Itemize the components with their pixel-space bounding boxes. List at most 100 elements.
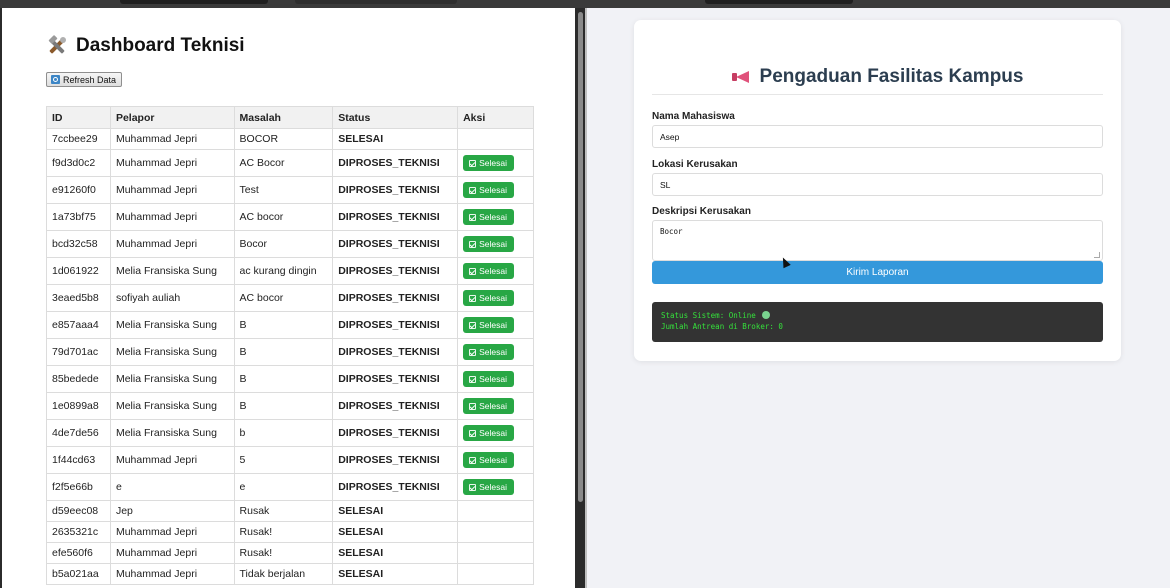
- cell-masalah: BOCOR: [233, 128, 334, 150]
- cell-pelapor: e: [109, 473, 235, 501]
- status-line-text: Status Sistem: Online: [661, 311, 756, 320]
- mark-done-button[interactable]: Selesai: [463, 236, 514, 252]
- cell-aksi: Selesai: [457, 446, 534, 474]
- cell-id: e91260f0: [46, 176, 111, 204]
- checkmark-icon: [469, 321, 477, 329]
- mark-done-button[interactable]: Selesai: [463, 371, 514, 387]
- cell-masalah: B: [233, 392, 334, 420]
- cell-status: DIPROSES_TEKNISI: [332, 338, 459, 366]
- table-row: bcd32c58 Muhammad Jepri Bocor DIPROSES_TEKN…: [46, 230, 534, 258]
- form-title: Pengaduan Fasilitas Kampus: [634, 66, 1121, 88]
- cell-id: 85bedede: [46, 365, 111, 393]
- cell-pelapor: Muhammad Jepri: [109, 230, 235, 258]
- checkmark-icon: [469, 456, 477, 464]
- table-row: b5a021aa Muhammad Jepri Tidak berjalan SELE…: [46, 563, 534, 585]
- window-top-bar: [0, 0, 1170, 8]
- cell-aksi: Selesai: [457, 230, 534, 258]
- table-row: 79d701ac Melia Fransiska Sung B DIPROSES_TE…: [46, 338, 534, 366]
- cell-masalah: Rusak: [233, 500, 334, 522]
- mark-done-label: Selesai: [479, 212, 507, 222]
- column-header-id: ID: [46, 106, 111, 129]
- cell-id: f9d3d0c2: [46, 149, 111, 177]
- form-title-text: Pengaduan Fasilitas Kampus: [759, 66, 1024, 87]
- complaint-card: Pengaduan Fasilitas Kampus Nama Mahasisw…: [634, 20, 1121, 361]
- cell-pelapor: Melia Fransiska Sung: [109, 338, 235, 366]
- complaint-form-pane: Pengaduan Fasilitas Kampus Nama Mahasisw…: [587, 8, 1170, 588]
- column-header-masalah: Masalah: [233, 106, 334, 129]
- cell-aksi: Selesai: [457, 473, 534, 501]
- cell-pelapor: Muhammad Jepri: [109, 128, 235, 150]
- cell-status: DIPROSES_TEKNISI: [332, 446, 459, 474]
- mark-done-button[interactable]: Selesai: [463, 209, 514, 225]
- cell-pelapor: Melia Fransiska Sung: [109, 257, 235, 285]
- refresh-icon: [51, 75, 60, 84]
- cell-id: bcd32c58: [46, 230, 111, 258]
- mark-done-button[interactable]: Selesai: [463, 425, 514, 441]
- cell-masalah: AC Bocor: [233, 149, 334, 177]
- browser-tab[interactable]: [120, 0, 268, 4]
- cell-aksi: Selesai: [457, 257, 534, 285]
- mark-done-label: Selesai: [479, 320, 507, 330]
- table-row: e857aaa4 Melia Fransiska Sung B DIPROSES_TE…: [46, 311, 534, 339]
- cell-id: d59eec08: [46, 500, 111, 522]
- cell-aksi: [457, 500, 534, 522]
- cell-id: 7ccbee29: [46, 128, 111, 150]
- cell-status: DIPROSES_TEKNISI: [332, 284, 459, 312]
- mark-done-button[interactable]: Selesai: [463, 398, 514, 414]
- mark-done-button[interactable]: Selesai: [463, 452, 514, 468]
- cell-pelapor: Muhammad Jepri: [109, 176, 235, 204]
- mark-done-label: Selesai: [479, 428, 507, 438]
- browser-tab[interactable]: [705, 0, 853, 4]
- cell-id: f2f5e66b: [46, 473, 111, 501]
- cell-aksi: Selesai: [457, 149, 534, 177]
- browser-tab[interactable]: [295, 0, 457, 4]
- location-input-value: SL: [660, 179, 671, 190]
- mark-done-label: Selesai: [479, 185, 507, 195]
- cell-status: DIPROSES_TEKNISI: [332, 419, 459, 447]
- cell-pelapor: Muhammad Jepri: [109, 542, 235, 564]
- cell-aksi: [457, 542, 534, 564]
- scrollbar-thumb[interactable]: [578, 12, 583, 502]
- cell-aksi: Selesai: [457, 203, 534, 231]
- description-textarea[interactable]: Bocor: [652, 220, 1103, 261]
- cell-id: 79d701ac: [46, 338, 111, 366]
- mark-done-button[interactable]: Selesai: [463, 317, 514, 333]
- cell-aksi: Selesai: [457, 365, 534, 393]
- mark-done-label: Selesai: [479, 347, 507, 357]
- mark-done-label: Selesai: [479, 374, 507, 384]
- checkmark-icon: [469, 267, 477, 275]
- cell-pelapor: Melia Fransiska Sung: [109, 365, 235, 393]
- column-header-aksi: Aksi: [457, 106, 534, 129]
- mark-done-button[interactable]: Selesai: [463, 182, 514, 198]
- cell-masalah: Tidak berjalan: [233, 563, 334, 585]
- checkmark-icon: [469, 186, 477, 194]
- cell-aksi: [457, 563, 534, 585]
- submit-report-button[interactable]: Kirim Laporan: [652, 261, 1103, 284]
- cell-id: 2635321c: [46, 521, 111, 543]
- cell-status: DIPROSES_TEKNISI: [332, 392, 459, 420]
- mark-done-button[interactable]: Selesai: [463, 155, 514, 171]
- scrollbar[interactable]: [575, 8, 585, 588]
- mark-done-label: Selesai: [479, 266, 507, 276]
- table-row: 3eaed5b8 sofiyah auliah AC bocor DIPROSES_T…: [46, 284, 534, 312]
- cell-id: 1e0899a8: [46, 392, 111, 420]
- mark-done-button[interactable]: Selesai: [463, 290, 514, 306]
- mark-done-label: Selesai: [479, 401, 507, 411]
- table-row: f9d3d0c2 Muhammad Jepri AC Bocor DIPROSES_T…: [46, 149, 534, 177]
- name-input[interactable]: Asep: [652, 125, 1103, 148]
- table-row: 7ccbee29 Muhammad Jepri BOCOR SELESAI: [46, 128, 534, 150]
- mark-done-button[interactable]: Selesai: [463, 479, 514, 495]
- cell-masalah: AC bocor: [233, 284, 334, 312]
- dashboard-title-text: Dashboard Teknisi: [76, 35, 245, 56]
- mark-done-button[interactable]: Selesai: [463, 263, 514, 279]
- cell-pelapor: Melia Fransiska Sung: [109, 419, 235, 447]
- resize-handle-icon[interactable]: [1094, 252, 1100, 258]
- refresh-data-button[interactable]: Refresh Data: [46, 72, 123, 87]
- mark-done-button[interactable]: Selesai: [463, 344, 514, 360]
- table-row: 85bedede Melia Fransiska Sung B DIPROSES_TE…: [46, 365, 534, 393]
- location-input[interactable]: SL: [652, 173, 1103, 196]
- name-input-value: Asep: [660, 131, 680, 142]
- cell-status: DIPROSES_TEKNISI: [332, 230, 459, 258]
- cell-pelapor: Muhammad Jepri: [109, 203, 235, 231]
- table-row: 4de7de56 Melia Fransiska Sung b DIPROSES_TE…: [46, 419, 534, 447]
